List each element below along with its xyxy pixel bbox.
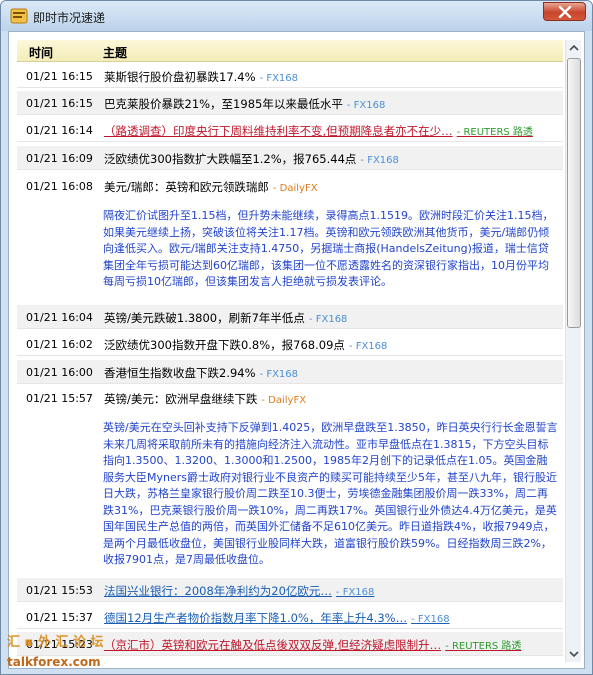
news-topic-link[interactable]: 法国兴业银行：2008年净利约为20亿欧元… - FX168 (104, 583, 374, 599)
news-topic[interactable]: 巴克莱股价暴跌21%，至1985年以来最低水平 - FX168 (104, 96, 385, 112)
column-header-time: 时间 (29, 46, 54, 60)
watermark-url: talkforex.com (7, 655, 101, 669)
app-icon (10, 7, 28, 25)
scroll-up-arrow[interactable] (566, 40, 582, 56)
news-time: 01/21 15:57 (26, 392, 93, 405)
app-window: 即时市况速递 时间 主题 01/21 16:15 莱斯银行股价盘初暴跌17.4%… (0, 0, 593, 675)
news-topic[interactable]: 莱斯银行股价盘初暴跌17.4% - FX168 (104, 69, 298, 85)
news-row[interactable]: 01/21 16:14 （路透调查）印度央行下周料维持利率不变,但预期降息者亦不… (17, 118, 563, 142)
news-row[interactable]: 01/21 16:15 巴克莱股价暴跌21%，至1985年以来最低水平 - FX1… (17, 91, 563, 115)
watermark-logo: 汇 ▪ 外 汇 论 坛 (7, 635, 104, 650)
news-time: 01/21 16:00 (26, 366, 93, 379)
news-time: 01/21 15:53 (26, 584, 93, 597)
news-topic[interactable]: 英镑/美元：欧洲早盘继续下跌 - DailyFX (104, 391, 306, 407)
news-time: 01/21 16:04 (26, 311, 93, 324)
news-row[interactable]: 01/21 16:04 英镑/美元跌破1.3800，刷新7年半低点 - FX168 (17, 305, 563, 329)
news-row[interactable]: 01/21 16:00 香港恒生指数收盘下跌2.94% - FX168 (17, 360, 563, 384)
news-topic[interactable]: 英镑/美元跌破1.3800，刷新7年半低点 - FX168 (104, 310, 347, 326)
news-topic[interactable]: 香港恒生指数收盘下跌2.94% - FX168 (104, 365, 298, 381)
news-row[interactable]: 01/21 15:53 法国兴业银行：2008年净利约为20亿欧元… - FX16… (17, 578, 563, 602)
news-detail: 隔夜汇价试图升至1.15档，但升势未能继续，录得高点1.1519。欧洲时段汇价关… (103, 209, 554, 288)
news-row[interactable]: 01/21 16:15 莱斯银行股价盘初暴跌17.4% - FX168 (17, 64, 563, 88)
window-title: 即时市况速递 (33, 11, 106, 25)
column-header-topic: 主题 (103, 46, 128, 60)
news-topic[interactable]: 泛欧绩优300指数开盘下跌0.8%，报768.09点 - FX168 (104, 337, 387, 353)
news-time: 01/21 16:14 (26, 124, 93, 137)
news-row[interactable]: 01/21 16:02 泛欧绩优300指数开盘下跌0.8%，报768.09点 - … (17, 332, 563, 356)
news-topic-link[interactable]: （路透调查）印度央行下周料维持利率不变,但预期降息者亦不在少… - REUTERS… (104, 123, 533, 139)
scroll-down-arrow[interactable] (566, 646, 582, 662)
news-row[interactable]: 01/21 16:09 泛欧绩优300指数扩大跌幅至1.2%，报765.44点 -… (17, 146, 563, 170)
chevron-up-icon (569, 44, 579, 51)
news-time: 01/21 16:15 (26, 97, 93, 110)
title-bar[interactable]: 即时市况速递 (1, 1, 592, 31)
news-topic-link[interactable]: 德国12月生产者物价指数月率下降1.0%，年率上升4.3%… - FX168 (104, 610, 450, 626)
news-time: 01/21 16:15 (26, 70, 93, 83)
news-topic-link[interactable]: （京汇市）英镑和欧元在触及低点後双双反弹,但经济疑虑限制升… - REUTERS … (104, 637, 521, 653)
chevron-down-icon (569, 651, 579, 658)
news-topic[interactable]: 泛欧绩优300指数扩大跌幅至1.2%，报765.44点 - FX168 (104, 151, 399, 167)
news-row[interactable]: 01/21 15:57 英镑/美元：欧洲早盘继续下跌 - DailyFX (17, 386, 563, 410)
close-button[interactable] (543, 2, 586, 21)
scrollbar-thumb[interactable] (567, 58, 581, 328)
news-row[interactable]: 01/21 15:37 德国12月生产者物价指数月率下降1.0%，年率上升4.3… (17, 605, 563, 629)
news-time: 01/21 16:02 (26, 338, 93, 351)
close-icon (558, 6, 572, 18)
news-time: 01/21 16:09 (26, 152, 93, 165)
news-detail: 英镑/美元在空头回补支持下反弹到1.4025，欧洲早盘跌至1.3850，昨日英央… (103, 421, 558, 566)
news-table: 时间 主题 01/21 16:15 莱斯银行股价盘初暴跌17.4% - FX168… (17, 40, 563, 662)
table-header: 时间 主题 (17, 40, 563, 62)
news-panel: 时间 主题 01/21 16:15 莱斯银行股价盘初暴跌17.4% - FX168… (8, 31, 585, 669)
vertical-scrollbar[interactable] (565, 40, 581, 662)
news-time: 01/21 16:08 (26, 180, 93, 193)
news-time: 01/21 15:37 (26, 611, 93, 624)
news-topic[interactable]: 美元/瑞郎：英镑和欧元领跌瑞郎 - DailyFX (104, 179, 318, 195)
news-row[interactable]: 01/21 16:08 美元/瑞郎：英镑和欧元领跌瑞郎 - DailyFX (17, 174, 563, 198)
